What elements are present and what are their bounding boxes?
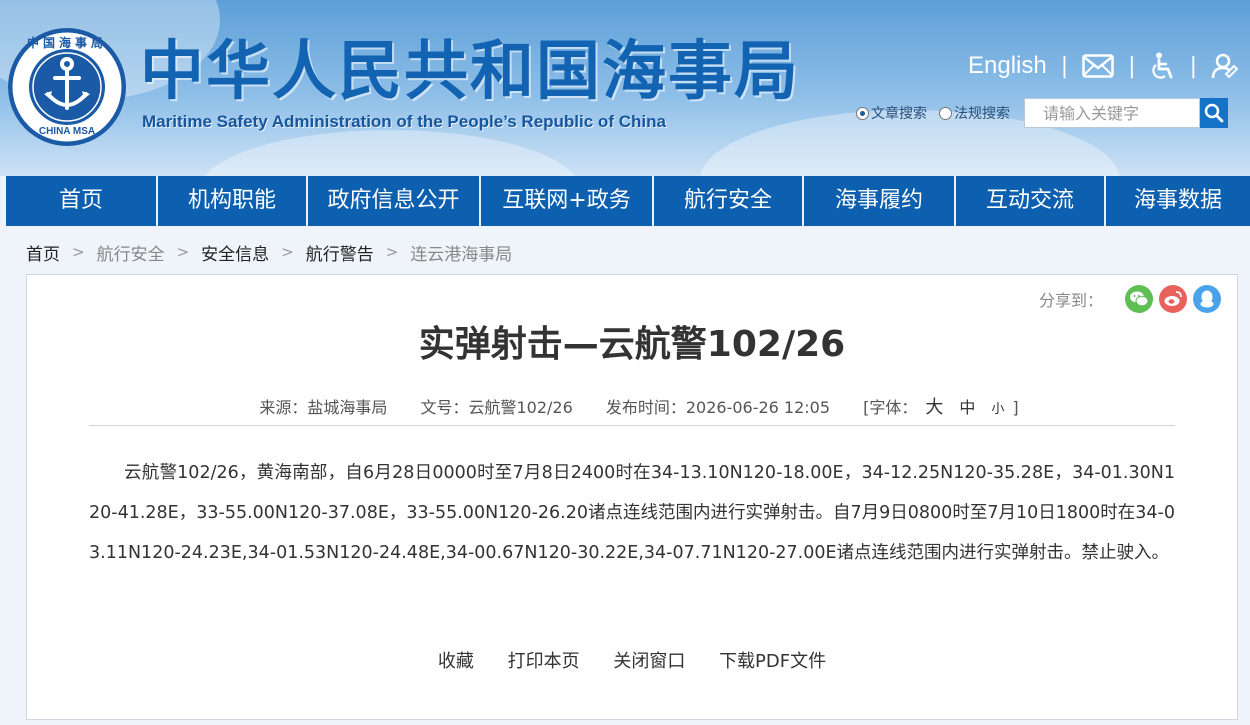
article-publish-time: 发布时间：2026-06-26 12:05	[605, 398, 831, 417]
emblem-text-cn: 中国海事局	[26, 36, 107, 50]
font-size-large[interactable]: 大	[925, 397, 943, 418]
download-pdf-button[interactable]: 下载PDF文件	[719, 651, 826, 672]
top-links: English | | |	[968, 50, 1239, 82]
breadcrumb: 首页 > 航行安全 > 安全信息 > 航行警告 > 连云港海事局	[26, 239, 512, 265]
weibo-icon	[1164, 291, 1182, 306]
article-meta: 来源：盐城海事局 文号：云航警102/26 发布时间：2026-06-26 12…	[27, 393, 1237, 419]
breadcrumb-safety-info[interactable]: 安全信息	[201, 240, 269, 265]
search-area: 文章搜索 法规搜索	[856, 97, 1228, 129]
wechat-icon	[1130, 291, 1149, 307]
mail-icon[interactable]	[1082, 54, 1114, 78]
breadcrumb-arrow: >	[385, 243, 399, 261]
nav-item-home[interactable]: 首页	[6, 176, 158, 226]
nav-item-gov-info[interactable]: 政府信息公开	[308, 176, 481, 226]
favorite-button[interactable]: 收藏	[438, 651, 474, 672]
font-size-small[interactable]: 小	[991, 402, 1004, 417]
share-bar: 分享到：	[1039, 285, 1221, 313]
article-actions: 收藏 打印本页 关闭窗口 下载PDF文件	[27, 647, 1237, 673]
article-body: 云航警102/26，黄海南部，自6月28日0000时至7月8日2400时在34-…	[89, 463, 1175, 563]
breadcrumb-arrow: >	[281, 243, 294, 261]
article-title: 实弹射击—云航警102/26	[418, 324, 846, 365]
share-label: 分享到：	[1038, 291, 1103, 310]
nav-item-interaction[interactable]: 互动交流	[956, 176, 1106, 226]
msa-emblem-logo[interactable]: 中国海事局 CHINA MSA	[8, 28, 126, 146]
font-size-close: ]	[1012, 398, 1019, 417]
article-panel: 分享到： 实弹射击—云航警102/26 来源：盐城海事局 文号：云航警102/2…	[26, 274, 1238, 720]
search-icon	[1204, 103, 1224, 123]
close-window-button[interactable]: 关闭窗口	[613, 651, 685, 672]
search-button[interactable]	[1200, 98, 1228, 128]
article-source: 来源：盐城海事局	[259, 398, 388, 417]
header-cloud	[200, 130, 580, 176]
breadcrumb-home[interactable]: 首页	[26, 240, 60, 265]
qq-icon	[1200, 290, 1214, 308]
link-separator: |	[1189, 53, 1197, 79]
nav-item-maritime-data[interactable]: 海事数据	[1106, 176, 1250, 226]
nav-item-functions[interactable]: 机构职能	[158, 176, 308, 226]
site-subtitle: Maritime Safety Administration of the Pe…	[142, 112, 666, 131]
nav-item-internet-gov[interactable]: 互联网+政务	[481, 176, 654, 226]
link-separator: |	[1060, 53, 1069, 79]
accessibility-icon[interactable]	[1150, 52, 1176, 80]
print-button[interactable]: 打印本页	[508, 651, 580, 672]
site-header: 中国海事局 CHINA MSA 中华人民共和国海事局 Maritime Safe…	[0, 0, 1250, 176]
article-doc-number: 文号：云航警102/26	[420, 398, 573, 417]
emblem-text-en: CHINA MSA	[38, 126, 96, 137]
user-icon[interactable]	[1211, 52, 1239, 80]
meta-divider	[89, 425, 1175, 426]
search-input[interactable]	[1024, 98, 1200, 128]
breadcrumb-navigation-warning[interactable]: 航行警告	[306, 240, 374, 265]
nav-item-navigation-safety[interactable]: 航行安全	[654, 176, 804, 226]
font-size-label: [字体：	[863, 398, 918, 417]
font-size-medium[interactable]: 中	[959, 398, 975, 417]
radio-law-label[interactable]: 法规搜索	[954, 103, 1010, 123]
weibo-share-button[interactable]	[1159, 285, 1187, 313]
breadcrumb-current: 连云港海事局	[410, 244, 513, 265]
wechat-share-button[interactable]	[1125, 285, 1153, 313]
site-title: 中华人民共和国海事局	[140, 35, 800, 109]
english-link[interactable]: English	[968, 52, 1047, 80]
breadcrumb-arrow: >	[176, 243, 190, 261]
radio-law-search[interactable]	[939, 106, 952, 120]
breadcrumb-arrow: >	[72, 243, 85, 261]
nav-item-maritime-compliance[interactable]: 海事履约	[804, 176, 956, 226]
main-nav: 首页 机构职能 政府信息公开 互联网+政务 航行安全 海事履约 互动交流 海事数…	[6, 176, 1250, 226]
radio-article-search[interactable]	[856, 106, 869, 120]
breadcrumb-navigation-safety[interactable]: 航行安全	[97, 240, 165, 265]
link-separator: |	[1128, 53, 1136, 79]
radio-article-label[interactable]: 文章搜索	[871, 103, 927, 123]
qq-share-button[interactable]	[1193, 285, 1221, 313]
